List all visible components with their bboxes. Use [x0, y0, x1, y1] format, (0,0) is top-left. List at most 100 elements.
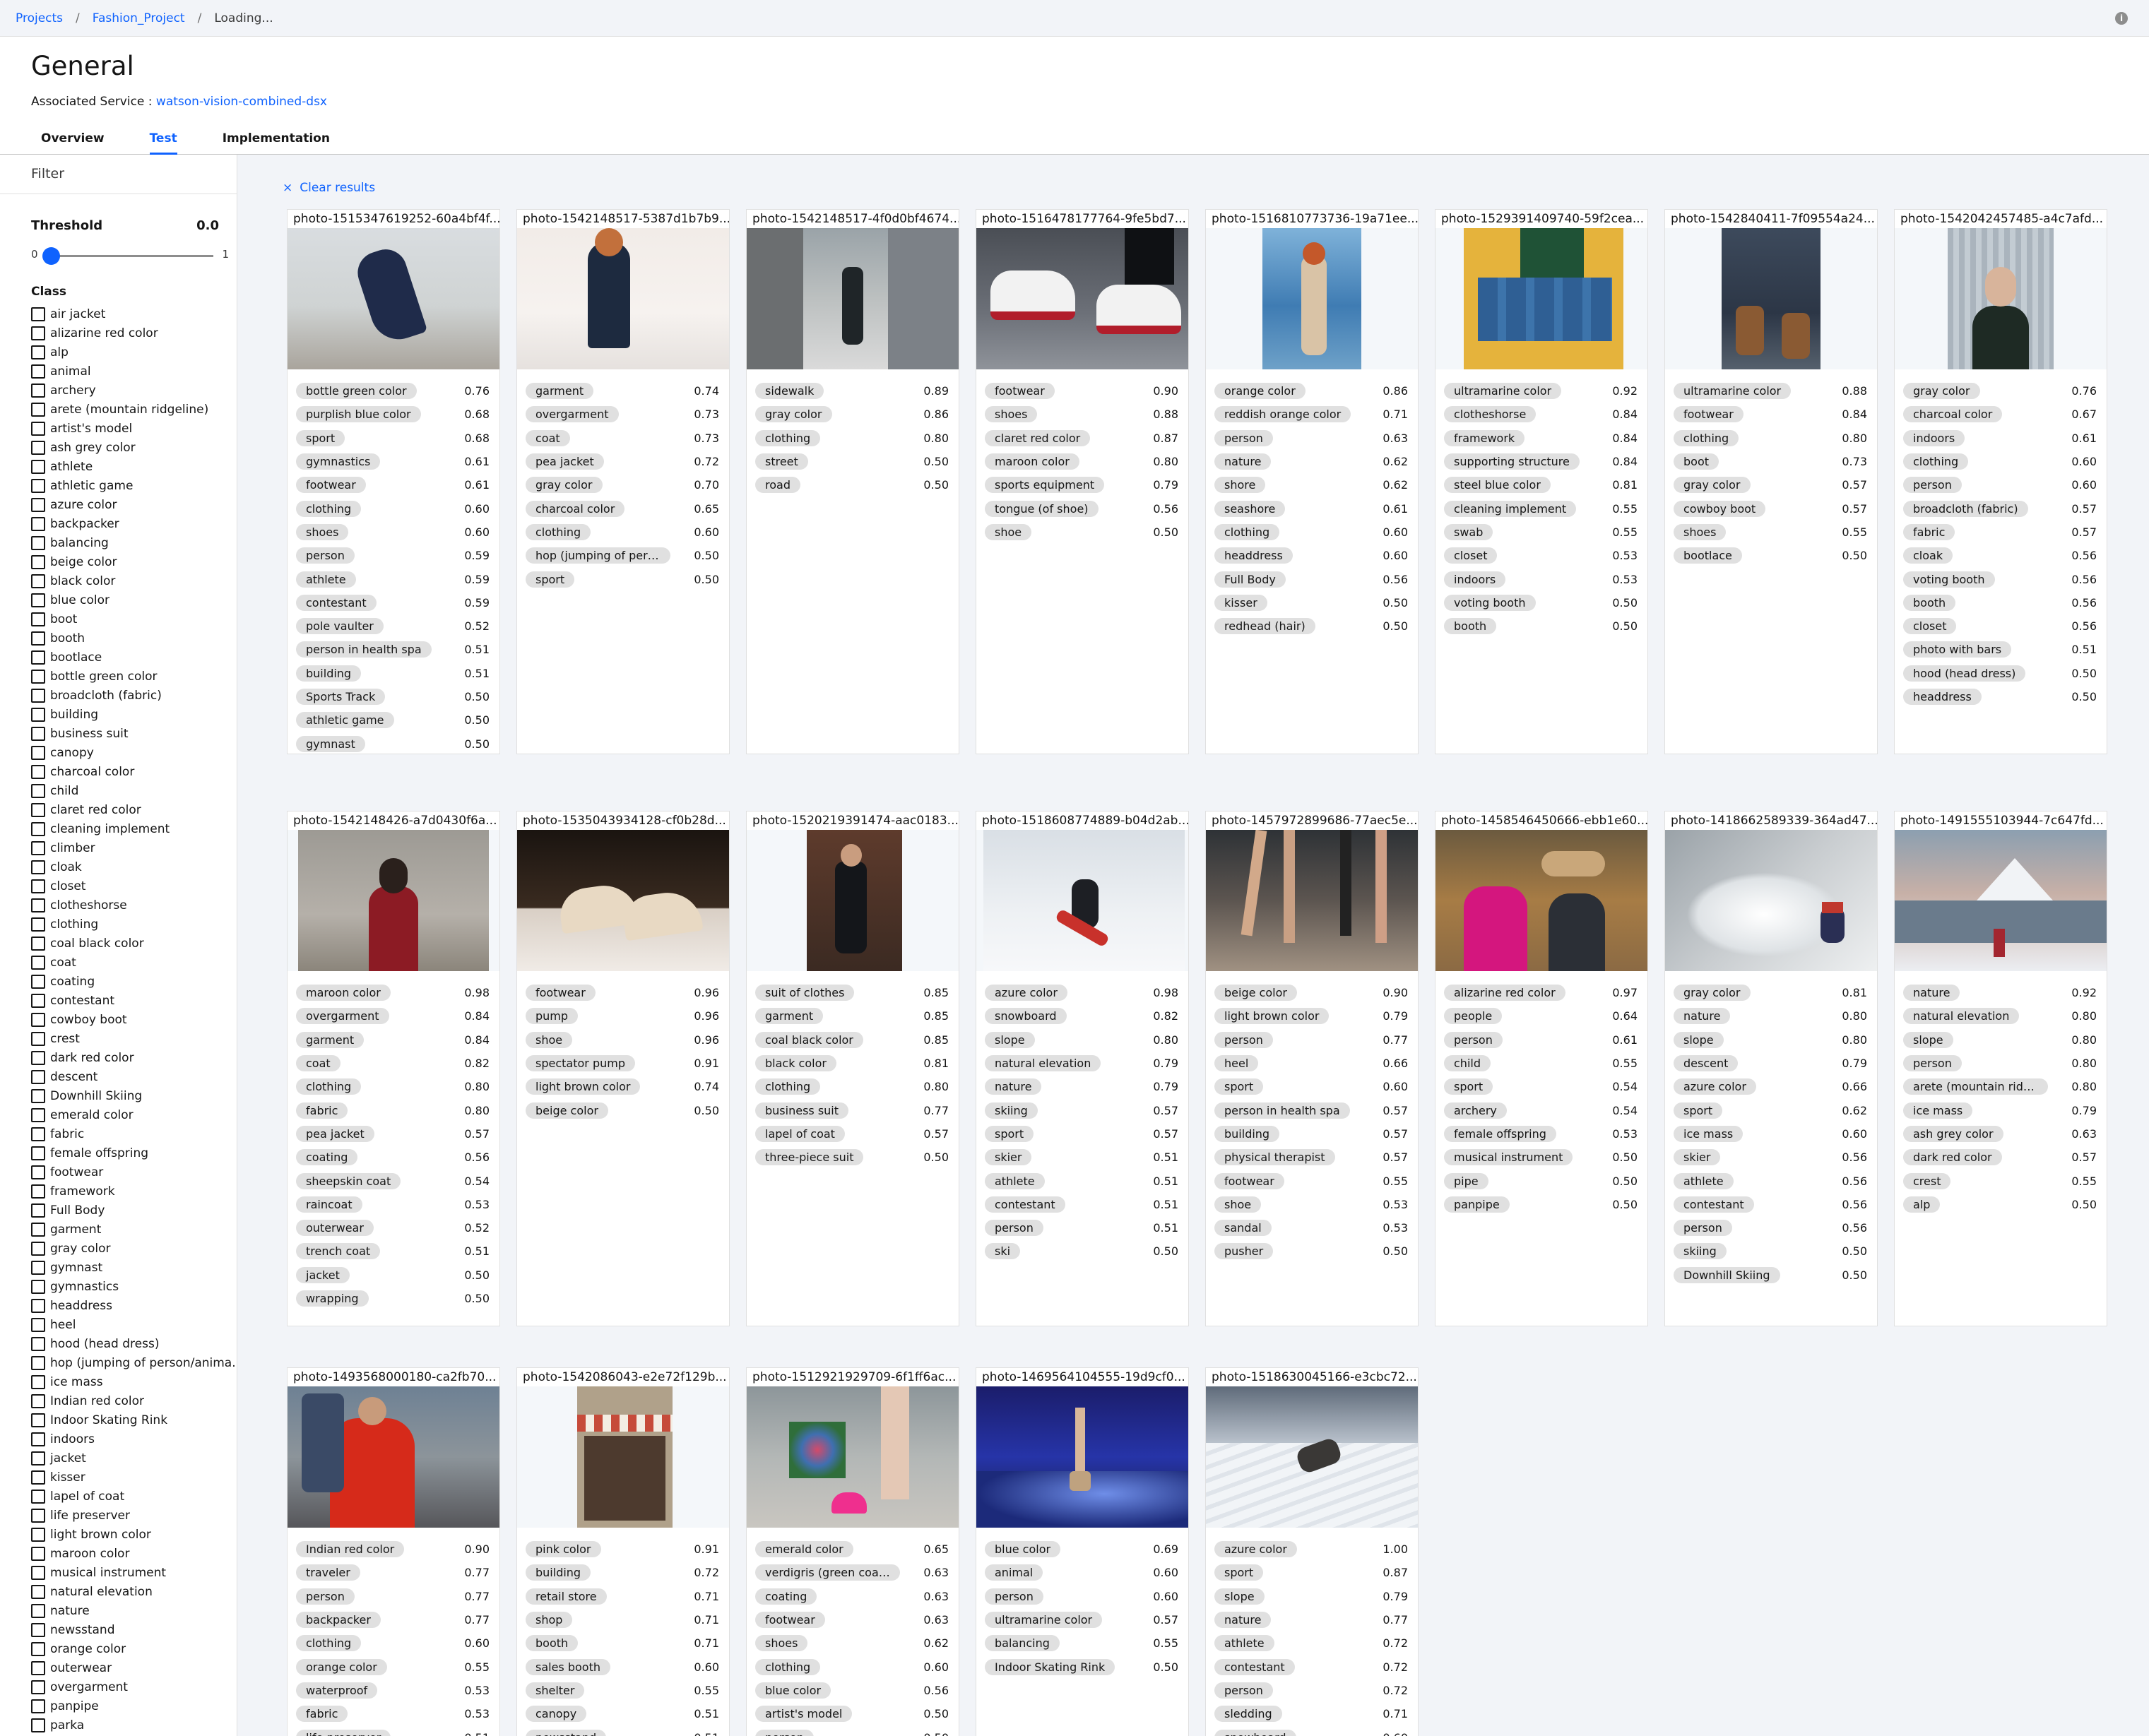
class-tag[interactable]: nature: [1674, 1008, 1731, 1025]
class-filter-item[interactable]: alp: [31, 343, 236, 362]
class-tag[interactable]: person: [1903, 477, 1962, 494]
class-filter-item[interactable]: nature: [31, 1601, 236, 1620]
checkbox[interactable]: [31, 1603, 45, 1618]
result-card[interactable]: photo-1542086043-e2e72f129b... pink color…: [516, 1367, 730, 1736]
class-filter-item[interactable]: climber: [31, 838, 236, 857]
class-tag[interactable]: garment: [755, 1008, 824, 1025]
class-tag[interactable]: azure color: [1674, 1078, 1756, 1095]
class-tag[interactable]: athlete: [296, 571, 356, 588]
class-tag[interactable]: slope: [1214, 1588, 1265, 1605]
class-tag[interactable]: broadcloth (fabric): [1903, 500, 2028, 517]
checkbox[interactable]: [31, 840, 45, 855]
class-tag[interactable]: female offspring: [1444, 1125, 1556, 1142]
class-tag[interactable]: road: [755, 477, 800, 494]
class-tag[interactable]: panpipe: [1444, 1196, 1510, 1213]
class-filter-item[interactable]: fabric: [31, 1124, 236, 1143]
checkbox[interactable]: [31, 917, 45, 932]
class-filter-item[interactable]: gymnastics: [31, 1277, 236, 1296]
class-tag[interactable]: coat: [296, 1055, 341, 1072]
class-tag[interactable]: booth: [1444, 618, 1497, 635]
class-filter-item[interactable]: clotheshorse: [31, 896, 236, 915]
class-tag[interactable]: skier: [985, 1149, 1032, 1166]
class-filter-item[interactable]: azure color: [31, 495, 236, 514]
class-filter-item[interactable]: light brown color: [31, 1525, 236, 1544]
class-tag[interactable]: athlete: [1214, 1635, 1274, 1652]
class-filter-item[interactable]: footwear: [31, 1163, 236, 1182]
class-tag[interactable]: framework: [1444, 429, 1525, 446]
class-tag[interactable]: nature: [1903, 985, 1960, 1001]
class-tag[interactable]: artist's model: [755, 1706, 853, 1723]
class-filter-item[interactable]: coating: [31, 972, 236, 991]
checkbox[interactable]: [31, 593, 45, 607]
class-filter-item[interactable]: beige color: [31, 552, 236, 571]
class-filter-item[interactable]: child: [31, 781, 236, 800]
class-tag[interactable]: contestant: [1214, 1658, 1295, 1675]
checkbox[interactable]: [31, 688, 45, 703]
checkbox[interactable]: [31, 402, 45, 417]
checkbox[interactable]: [31, 1718, 45, 1732]
thumbnail-image[interactable]: [1665, 228, 1877, 369]
class-tag[interactable]: claret red color: [985, 429, 1091, 446]
class-tag[interactable]: footwear: [526, 985, 596, 1001]
checkbox[interactable]: [31, 1489, 45, 1504]
class-tag[interactable]: seashore: [1214, 500, 1286, 517]
class-tag[interactable]: sport: [526, 571, 575, 588]
class-tag[interactable]: redhead (hair): [1214, 618, 1315, 635]
class-tag[interactable]: person: [1214, 1031, 1273, 1048]
class-tag[interactable]: overgarment: [526, 406, 619, 423]
class-tag[interactable]: overgarment: [296, 1008, 389, 1025]
class-filter-item[interactable]: Full Body: [31, 1201, 236, 1220]
checkbox[interactable]: [31, 1088, 45, 1103]
class-filter-item[interactable]: lapel of coat: [31, 1487, 236, 1506]
class-filter-item[interactable]: charcoal color: [31, 762, 236, 781]
class-filter-item[interactable]: archery: [31, 381, 236, 400]
class-filter-item[interactable]: business suit: [31, 724, 236, 743]
checkbox[interactable]: [31, 1336, 45, 1351]
result-card[interactable]: photo-1457972899686-77aec5e... beige colo…: [1205, 811, 1419, 1326]
class-tag[interactable]: pink color: [526, 1541, 601, 1558]
class-tag[interactable]: pole vaulter: [296, 618, 384, 635]
class-tag[interactable]: sport: [1674, 1102, 1723, 1119]
checkbox[interactable]: [31, 1374, 45, 1389]
checkbox[interactable]: [31, 307, 45, 321]
class-tag[interactable]: lapel of coat: [755, 1125, 845, 1142]
class-tag[interactable]: life preserver: [296, 1729, 391, 1736]
class-tag[interactable]: clothing: [1214, 523, 1280, 540]
thumbnail-image[interactable]: [288, 228, 499, 369]
class-tag[interactable]: outerwear: [296, 1220, 374, 1237]
class-tag[interactable]: shoes: [755, 1635, 808, 1652]
class-tag[interactable]: ice mass: [1674, 1125, 1744, 1142]
class-tag[interactable]: swab: [1444, 523, 1493, 540]
checkbox[interactable]: [31, 764, 45, 779]
thumbnail-image[interactable]: [1206, 830, 1418, 971]
class-tag[interactable]: athlete: [985, 1172, 1045, 1189]
class-tag[interactable]: sport: [296, 429, 345, 446]
checkbox[interactable]: [31, 936, 45, 951]
class-tag[interactable]: ultramarine color: [1444, 383, 1562, 400]
checkbox[interactable]: [31, 326, 45, 340]
class-tag[interactable]: bootlace: [1674, 547, 1742, 564]
checkbox[interactable]: [31, 1260, 45, 1275]
checkbox[interactable]: [31, 974, 45, 989]
class-tag[interactable]: contestant: [296, 594, 377, 611]
class-tag[interactable]: shoe: [526, 1031, 573, 1048]
class-filter-item[interactable]: closet: [31, 876, 236, 896]
class-filter-item[interactable]: kisser: [31, 1468, 236, 1487]
class-tag[interactable]: light brown color: [1214, 1008, 1330, 1025]
class-tag[interactable]: Sports Track: [296, 689, 386, 705]
thumbnail-image[interactable]: [747, 228, 959, 369]
checkbox[interactable]: [31, 726, 45, 741]
class-tag[interactable]: closet: [1903, 618, 1957, 635]
class-filter-item[interactable]: hop (jumping of person/anima...: [31, 1353, 237, 1372]
class-tag[interactable]: supporting structure: [1444, 453, 1580, 470]
class-tag[interactable]: waterproof: [296, 1682, 378, 1699]
class-filter-item[interactable]: cloak: [31, 857, 236, 876]
class-tag[interactable]: slope: [1674, 1031, 1724, 1048]
class-tag[interactable]: cowboy boot: [1674, 500, 1766, 517]
checkbox[interactable]: [31, 821, 45, 836]
class-tag[interactable]: Full Body: [1214, 571, 1286, 588]
class-tag[interactable]: sport: [1214, 1078, 1264, 1095]
class-tag[interactable]: building: [526, 1564, 591, 1581]
class-tag[interactable]: clothing: [296, 1635, 362, 1652]
checkbox[interactable]: [31, 383, 45, 398]
